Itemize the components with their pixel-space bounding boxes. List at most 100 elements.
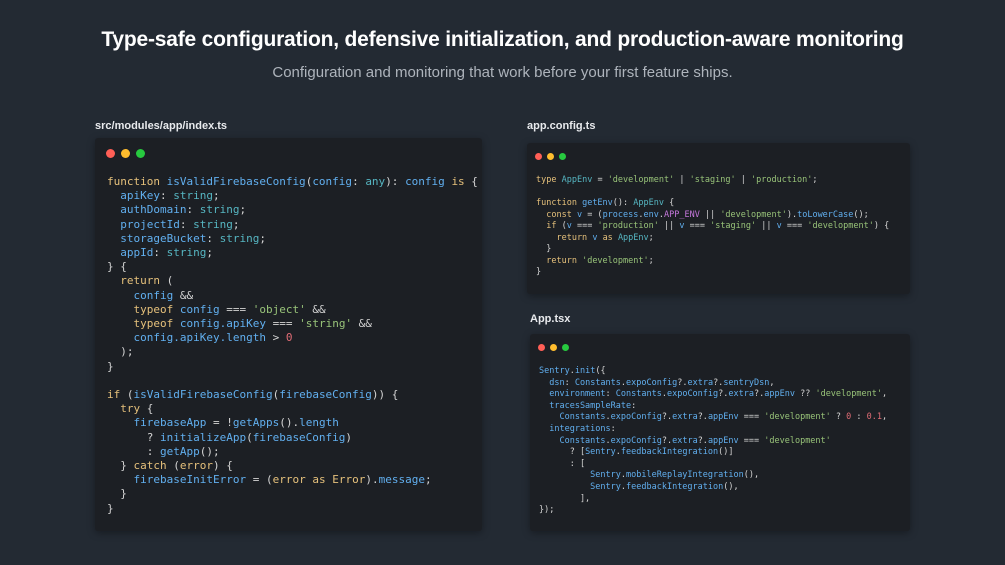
code-token: return [536,232,588,243]
code-token: string [199,203,240,217]
code-token: { [140,402,154,416]
code-token: 'development' [815,389,882,400]
minimize-dot-icon [121,149,130,158]
code-token: ()] [718,447,734,458]
code-token: as [602,232,613,243]
minimize-dot-icon [547,153,554,160]
code-token: apiKey [107,189,160,203]
code-token: as [312,473,326,487]
code-token: }); [539,505,555,516]
code-token: = ( [246,473,273,487]
code-token: Error [332,473,366,487]
code-token: ) [345,430,353,444]
code-token: === [781,221,808,231]
code-token: Sentry [539,366,570,376]
window-controls [535,153,566,160]
code-token: extra [672,412,698,423]
code-line: ? [Sentry.feedbackIntegration()] [539,447,887,459]
code-token: && [305,302,326,316]
code-token: try [107,402,141,416]
code-token: function [107,175,167,188]
code-token: string [166,246,207,260]
code-line: } [107,502,478,516]
code-line: if (v === 'production' || v === 'staging… [536,221,889,233]
code-token: appId [107,246,154,260]
code-token: ?? [794,389,816,400]
code-token: ): [385,175,406,188]
code-token: && [173,288,194,302]
code-token: || [658,221,680,231]
code-token: === [571,221,598,231]
code-token: dsn [539,377,565,388]
code-token: ( [120,388,134,402]
code-line: environment: Constants.expoConfig?.extra… [539,389,887,401]
code-token: if [107,388,121,402]
code-token: === [738,435,765,446]
code-token: expoConfig [610,412,662,423]
code-token: config.apiKey [179,317,266,331]
code-line: } catch (error) { [107,459,478,473]
code-panel-index: function isValidFirebaseConfig(config: a… [95,138,482,531]
code-token: tracesSampleRate [539,400,632,411]
code-token: config.apiKey.length [107,331,266,345]
code-token: ({ [595,366,606,376]
code-line: ? initializeApp(firebaseConfig) [107,431,478,445]
code-token: message [378,473,425,487]
code-token: = ! [206,416,233,430]
code-line: Constants.expoConfig?.extra?.appEnv === … [539,436,887,448]
code-line: typeof config.apiKey === 'string' && [107,317,478,331]
code-token: | [735,175,751,185]
code-token: catch [133,459,167,473]
code-token: ; [239,203,247,217]
code-token: string [173,189,213,203]
code-token: (), [723,481,739,492]
code-line: ], [539,494,887,506]
code-line: Sentry.feedbackIntegration(), [539,482,887,494]
code-token: ; [206,246,213,260]
code-line: function isValidFirebaseConfig(config: a… [107,175,478,189]
code-token: ( [159,274,174,288]
code-token: ?. [697,435,708,446]
code-line: } [536,244,889,256]
code-line: Sentry.mobileReplayIntegration(), [539,470,887,482]
code-token: : [206,231,220,245]
code-token: firebaseConfig [252,430,346,444]
code-token: return [107,274,160,288]
code-token: : [107,444,160,458]
code-token: ; [424,473,432,487]
close-dot-icon [538,344,545,351]
code-token: config [179,302,220,316]
code-token: : [610,423,616,434]
code-token: } [536,244,552,254]
code-token: || [756,221,777,231]
code-token: ; [812,175,818,185]
code-token: 'development' [607,175,675,185]
code-token: process [602,209,639,220]
window-controls [106,149,145,158]
code-line: }); [539,505,887,517]
code-token: any [365,175,386,188]
code-token: ? [830,412,847,423]
code-token: ? [107,430,160,444]
code-token: env [643,209,659,220]
code-line: config.apiKey.length > 0 [107,331,478,345]
code-token: ?. [718,389,729,400]
close-dot-icon [535,153,542,160]
code-token: 'string' [299,317,353,331]
code-token: feedbackIntegration [626,481,724,492]
code-token: (). [279,416,300,430]
code-line: firebaseInitError = (error as Error).mes… [107,473,478,487]
page-title: Type-safe configuration, defensive initi… [101,28,904,51]
code-token: === [684,221,711,231]
code-token: storageBucket [107,231,207,245]
code-line: } [107,487,478,501]
code-token: 0 [285,331,293,345]
code-token: ; [212,189,220,203]
code-token: } [536,267,542,277]
filename-appconfig: app.config.ts [527,120,596,132]
code-line: config && [107,289,478,303]
code-token: Constants [615,389,662,400]
